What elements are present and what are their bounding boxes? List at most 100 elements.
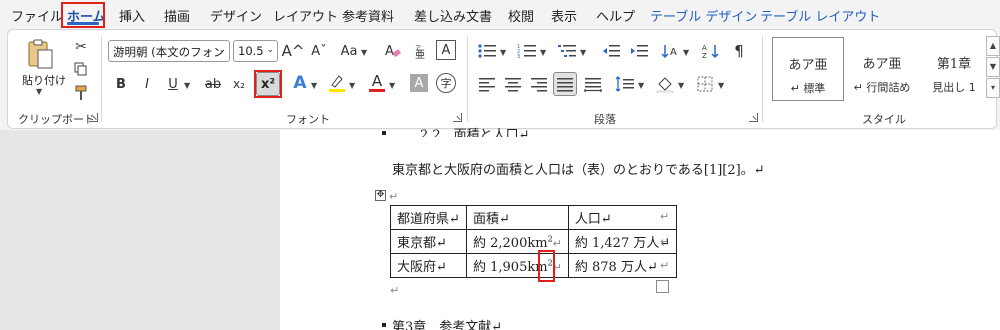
empty-paragraph[interactable]: ↵ [390,284,399,297]
font-color-dropdown[interactable]: ▼ [389,81,395,90]
font-color-button[interactable]: A [367,72,387,94]
section-heading[interactable]: 2.2 面積と人口↵ [420,124,530,137]
font-size-value: 10.5 [238,44,264,58]
text-direction-button[interactable]: A [660,41,682,61]
tab-layout[interactable]: レイアウト [273,6,338,25]
svg-text:A: A [385,44,394,59]
gallery-down-icon[interactable]: ▼ [986,57,1000,77]
table-move-handle[interactable]: ✥ [375,190,386,201]
decrease-indent-button[interactable] [600,41,622,61]
tab-table-design[interactable]: テーブル デザイン [650,6,757,25]
borders-button[interactable] [694,74,716,94]
sort-button[interactable]: AZ [700,41,722,61]
distributed-button[interactable] [582,74,604,94]
table-cell[interactable]: 都道府県↵ [390,205,467,230]
styles-gallery-scroll[interactable]: ▲ ▼ ▾ [986,36,1000,106]
underline-dropdown[interactable]: ▼ [184,81,190,90]
gallery-up-icon[interactable]: ▲ [986,36,1000,56]
tab-table-layout[interactable]: テーブル レイアウト [760,6,880,25]
tab-review[interactable]: 校閲 [508,6,534,25]
table-resize-handle[interactable] [656,280,669,293]
tab-help[interactable]: ヘルプ [596,6,635,25]
align-right-button[interactable] [528,74,550,94]
style-no-spacing[interactable]: あア亜 ↵ 行間詰め [846,37,918,101]
style-normal[interactable]: あア亜 ↵ 標準 [772,37,844,101]
gallery-more-icon[interactable]: ▾ [986,78,1000,98]
superscript-button[interactable]: x² [256,72,280,96]
italic-button[interactable]: I [138,74,156,94]
line-spacing-icon [615,76,634,92]
underline-button[interactable]: U [164,74,182,94]
numbering-dropdown[interactable]: ▼ [540,48,546,57]
tab-draw[interactable]: 描画 [164,6,190,25]
subscript-button[interactable]: x₂ [230,74,248,94]
table-cell[interactable]: 大阪府↵ [390,253,467,278]
superscript-icon: x² [260,76,276,92]
paste-button-label[interactable]: 貼り付け [22,72,66,88]
show-formatting-marks-button[interactable]: ¶ [728,41,750,61]
align-left-button[interactable] [476,74,498,94]
align-center-button[interactable] [502,74,524,94]
paragraph-mark: ↵ [552,237,562,250]
text-direction-dropdown[interactable]: ▼ [683,48,689,57]
shading-dropdown[interactable]: ▼ [678,81,684,90]
style-sample: あア亜 [788,58,828,73]
justify-button[interactable] [553,72,577,96]
line-spacing-dropdown[interactable]: ▼ [638,81,644,90]
bullets-icon [478,44,496,58]
tab-mailings[interactable]: 差し込み文書 [414,6,492,25]
cut-icon[interactable]: ✂ [72,38,90,56]
svg-text:3: 3 [517,54,520,60]
data-table[interactable]: 都道府県↵ 面積↵ 人口↵ 東京都↵ 約 2,200km2↵ 約 1,427 万… [390,205,678,278]
tab-file[interactable]: ファイル [11,6,63,25]
enclose-characters-button[interactable]: 字 [436,73,456,93]
font-size-combo[interactable]: 10.5 ⌄ [233,40,278,62]
body-paragraph[interactable]: 東京都と大阪府の面積と人口は（表）のとおりである[1][2]。↵ [392,159,765,178]
numbering-button[interactable]: 123 [516,41,538,61]
line-spacing-button[interactable] [614,74,636,94]
format-painter-icon[interactable] [72,84,90,102]
highlight-color-button[interactable] [327,72,347,94]
font-name-combo[interactable]: 游明朝 (本文のフォン ⌄ [108,40,230,62]
copy-icon[interactable] [72,60,90,78]
increase-indent-button[interactable] [628,41,650,61]
chevron-down-icon: ⌄ [266,45,274,55]
clear-formatting-button[interactable]: A [382,40,404,62]
change-case-button[interactable]: Aa [338,40,360,62]
style-heading-1[interactable]: 第1章 見出し 1 [918,37,990,101]
chapter-heading[interactable]: 第3章 参考文献↵ [392,316,502,330]
change-case-dropdown[interactable]: ▼ [361,48,367,57]
shading-button[interactable] [654,74,676,94]
bullets-button[interactable] [476,41,498,61]
text-effects-dropdown[interactable]: ▼ [311,81,317,90]
tab-references[interactable]: 参考資料 [342,6,394,25]
text-effects-button[interactable]: A [290,72,310,94]
clipboard-dialog-launcher[interactable] [89,113,98,122]
borders-dropdown[interactable]: ▼ [718,81,724,90]
bullets-dropdown[interactable]: ▼ [500,48,506,57]
shrink-font-button[interactable]: Aˇ [310,40,328,62]
tab-insert[interactable]: 挿入 [119,6,145,25]
table-cell[interactable]: 面積↵ [466,205,569,230]
style-name: 見出し 1 [932,81,976,94]
group-divider [467,36,468,122]
table-cell[interactable]: 東京都↵ [390,229,467,254]
paragraph-dialog-launcher[interactable] [749,113,758,122]
bold-button[interactable]: B [112,74,130,94]
font-dialog-launcher[interactable] [453,113,462,122]
paste-dropdown-caret[interactable]: ▼ [36,87,42,96]
character-border-button[interactable]: A [436,40,456,60]
font-color-swatch [369,89,385,92]
highlight-dropdown[interactable]: ▼ [349,81,355,90]
grow-font-button[interactable]: A^ [282,40,305,62]
tab-view[interactable]: 表示 [551,6,577,25]
multilevel-dropdown[interactable]: ▼ [580,48,586,57]
strikethrough-button[interactable]: ab [202,74,224,94]
paste-icon[interactable] [26,38,54,70]
tab-design[interactable]: デザイン [210,6,262,25]
font-name-value: 游明朝 (本文のフォン [113,45,225,59]
phonetic-guide-button[interactable]: ア亜 [410,40,432,62]
character-shading-button[interactable]: A [410,74,428,92]
multilevel-list-button[interactable] [556,41,578,61]
styles-gallery[interactable]: あア亜 ↵ 標準 あア亜 ↵ 行間詰め 第1章 見出し 1 [770,37,987,105]
